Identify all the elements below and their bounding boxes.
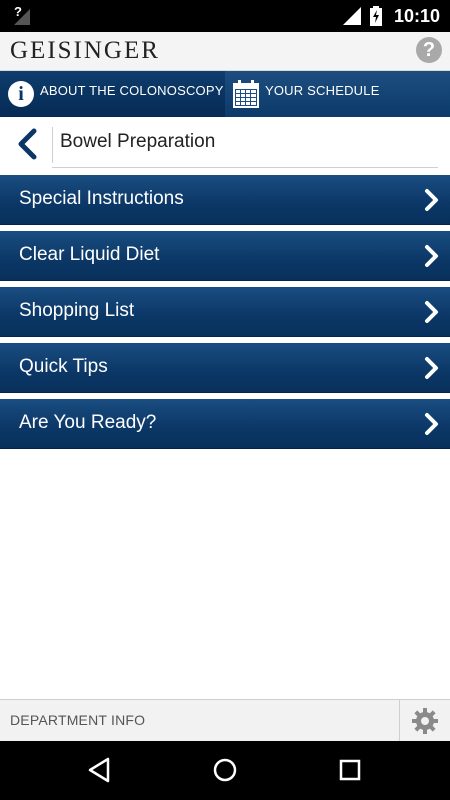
top-tabs: i ABOUT THE COLONOSCOPY YOUR SCHEDULE bbox=[0, 71, 450, 117]
menu-item-label: Shopping List bbox=[19, 300, 135, 321]
battery-charging-icon bbox=[369, 6, 382, 26]
menu-list: Special Instructions Clear Liquid Diet S… bbox=[0, 175, 450, 455]
help-button[interactable]: ? bbox=[416, 37, 442, 63]
info-icon: i bbox=[8, 81, 34, 107]
menu-item-are-you-ready[interactable]: Are You Ready? bbox=[0, 399, 450, 449]
system-nav-bar bbox=[0, 741, 450, 800]
status-bar: ? 10:10 bbox=[0, 0, 450, 32]
page-title: Bowel Preparation bbox=[60, 131, 216, 152]
menu-item-label: Clear Liquid Diet bbox=[19, 244, 160, 265]
menu-item-label: Are You Ready? bbox=[19, 412, 157, 433]
signal-icon bbox=[342, 7, 361, 25]
no-sim-indicator: ? bbox=[14, 4, 22, 19]
department-info-button[interactable]: DEPARTMENT INFO bbox=[10, 712, 145, 728]
settings-button[interactable] bbox=[399, 700, 450, 742]
gear-icon bbox=[412, 708, 438, 734]
clock: 10:10 bbox=[393, 5, 440, 26]
tab-label: ABOUT THE COLONOSCOPY bbox=[40, 83, 224, 98]
menu-item-shopping-list[interactable]: Shopping List bbox=[0, 287, 450, 337]
chevron-right-icon bbox=[425, 189, 438, 211]
chevron-right-icon bbox=[425, 245, 438, 267]
menu-item-special-instructions[interactable]: Special Instructions bbox=[0, 175, 450, 225]
app-header: GEISINGER ? bbox=[0, 32, 450, 71]
divider bbox=[52, 167, 438, 168]
calendar-icon bbox=[233, 80, 259, 108]
tab-your-schedule[interactable]: YOUR SCHEDULE bbox=[225, 71, 450, 117]
chevron-right-icon bbox=[425, 301, 438, 323]
nav-back-icon[interactable] bbox=[86, 756, 114, 784]
tab-about-colonoscopy[interactable]: i ABOUT THE COLONOSCOPY bbox=[0, 71, 225, 117]
tab-label: YOUR SCHEDULE bbox=[265, 83, 380, 98]
nav-recents-icon[interactable] bbox=[336, 756, 364, 784]
bottom-bar: DEPARTMENT INFO bbox=[0, 699, 450, 742]
status-icons: 10:10 bbox=[342, 0, 440, 32]
nav-home-icon[interactable] bbox=[211, 756, 239, 784]
menu-item-clear-liquid-diet[interactable]: Clear Liquid Diet bbox=[0, 231, 450, 281]
brand-logo: GEISINGER bbox=[10, 37, 160, 64]
chevron-right-icon bbox=[425, 357, 438, 379]
chevron-right-icon bbox=[425, 413, 438, 435]
breadcrumb: Bowel Preparation bbox=[0, 117, 450, 175]
menu-item-quick-tips[interactable]: Quick Tips bbox=[0, 343, 450, 393]
divider bbox=[52, 127, 53, 163]
back-chevron-icon[interactable] bbox=[12, 127, 44, 161]
menu-item-label: Quick Tips bbox=[19, 356, 108, 377]
menu-item-label: Special Instructions bbox=[19, 188, 184, 209]
